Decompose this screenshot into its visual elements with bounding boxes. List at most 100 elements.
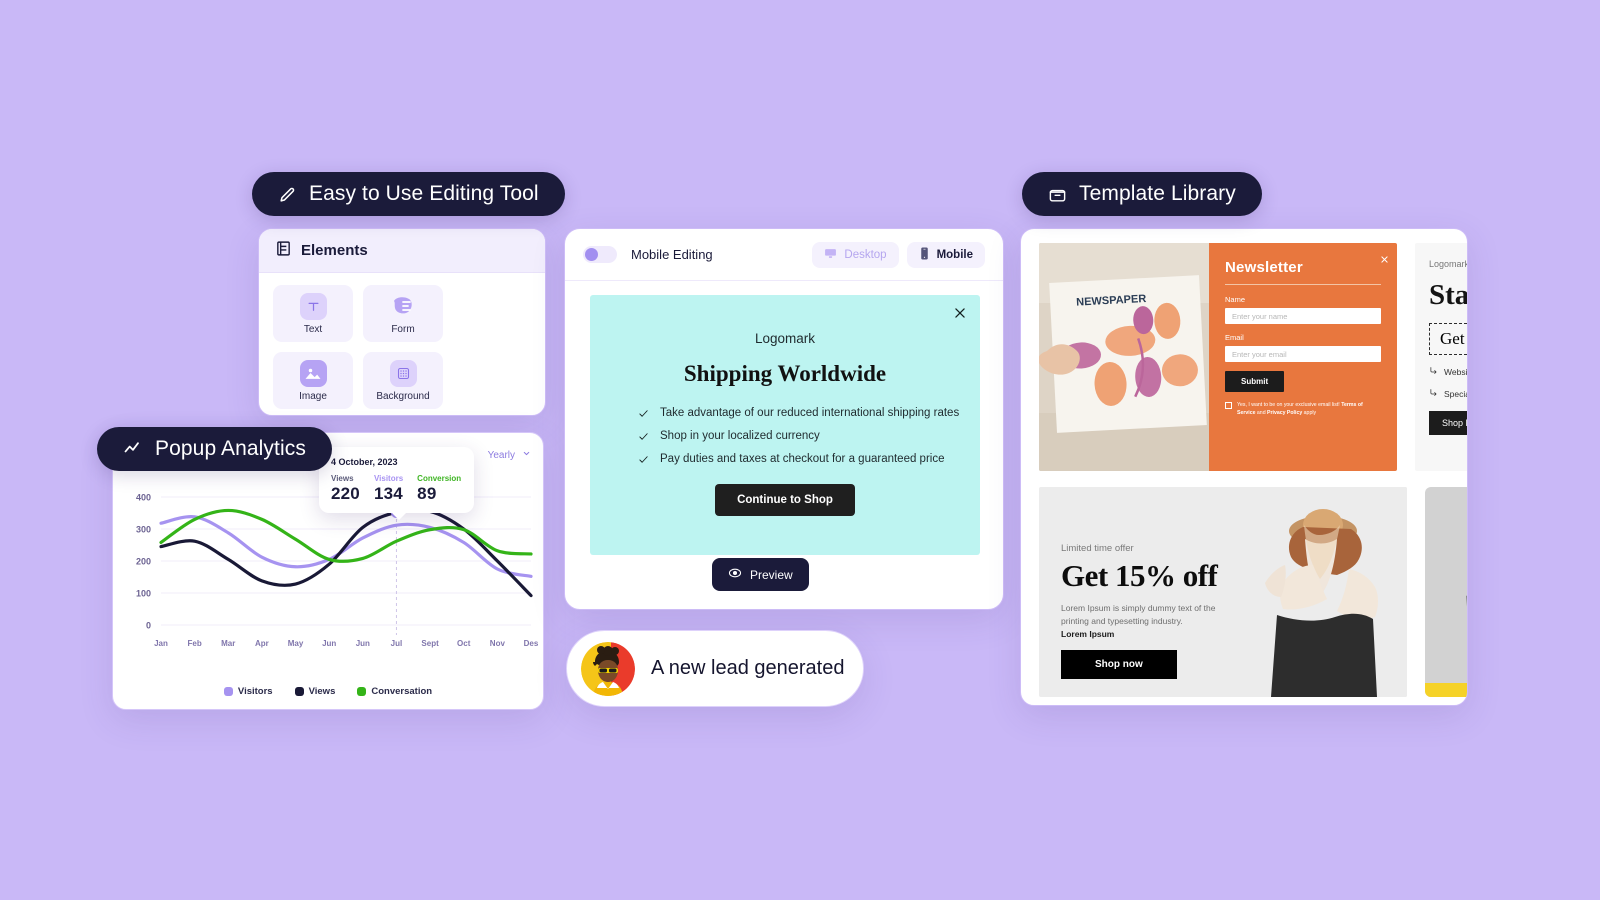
svg-text:300: 300: [136, 525, 151, 535]
newsletter-photo: NEWSPAPER: [1039, 243, 1209, 471]
background-grid-icon: [389, 359, 417, 387]
popup-bullet-3-text: Pay duties and taxes at checkout for a g…: [660, 453, 945, 465]
newsletter-name-label: Name: [1225, 295, 1246, 304]
period-select-value: Yearly: [487, 449, 515, 461]
layout-panel-icon: [275, 240, 292, 262]
template-start-card[interactable]: Logomark Start Get 30 Website Special P …: [1415, 243, 1468, 471]
svg-text:Oct: Oct: [457, 639, 471, 648]
start-card-link-1[interactable]: Website: [1429, 366, 1467, 377]
mobile-icon: [919, 247, 930, 263]
newsletter-email-input[interactable]: Enter your email: [1225, 346, 1381, 362]
tooltip-metric-visitors-value: 134: [373, 484, 403, 503]
mobile-editing-toggle[interactable]: [583, 246, 617, 263]
view-mode-desktop[interactable]: Desktop: [812, 241, 899, 268]
svg-text:Des: Des: [524, 639, 539, 648]
elements-panel-title: Elements: [301, 242, 368, 259]
consent-and: and: [1256, 410, 1266, 417]
elements-panel: Elements Text Form Image Background: [258, 228, 546, 416]
elements-panel-header: Elements: [259, 229, 545, 273]
legend-label-views: Views: [308, 686, 336, 697]
legend-item-conversation: Conversation: [357, 686, 432, 697]
offer-card-shop-now-button[interactable]: Shop now: [1061, 650, 1177, 680]
element-tile-image[interactable]: Image: [273, 352, 353, 409]
period-select[interactable]: Yearly: [488, 449, 531, 461]
offer-card-heading: Get 15% off: [1061, 558, 1218, 593]
legend-swatch-conversation: [357, 687, 367, 696]
continue-to-shop-button[interactable]: Continue to Shop: [715, 484, 855, 516]
svg-text:Sept: Sept: [421, 639, 439, 648]
offer-card-content: Limited time offer Get 15% off Lorem Ips…: [1039, 487, 1231, 697]
svg-text:Feb: Feb: [188, 639, 202, 648]
start-card-shop-now-button[interactable]: Shop Now: [1429, 411, 1467, 435]
preview-button[interactable]: Preview: [712, 558, 809, 591]
label-template-library: Template Library: [1022, 172, 1262, 216]
third-card-glyph: 3: [1463, 532, 1467, 627]
popup-heading: Shipping Worldwide: [683, 361, 887, 386]
start-card-link-2-text: Special P: [1444, 388, 1467, 399]
label-editing-tool: Easy to Use Editing Tool: [252, 172, 565, 216]
element-tile-text[interactable]: Text: [273, 285, 353, 342]
newsletter-consent-row: Yes, I want to be on your exclusive emai…: [1225, 401, 1381, 417]
check-icon: [638, 431, 649, 442]
element-tile-form-label: Form: [391, 323, 415, 335]
image-icon: [299, 359, 327, 387]
svg-text:Jul: Jul: [391, 639, 403, 648]
chart-tooltip-date: 4 October, 2023: [331, 457, 398, 467]
element-tile-text-label: Text: [303, 323, 323, 335]
tooltip-metric-conversion: Conversion 89: [417, 474, 461, 504]
legend-swatch-views: [294, 687, 304, 696]
legend-label-visitors: Visitors: [237, 686, 273, 697]
template-row-top: NEWSPAPER Newsletter Name Enter your nam…: [1039, 243, 1467, 471]
view-mode-mobile[interactable]: Mobile: [906, 241, 985, 268]
tooltip-metric-views-key: Views: [331, 474, 354, 483]
line-chart-icon: [123, 439, 143, 459]
archive-box-icon: [1048, 185, 1067, 204]
template-newsletter[interactable]: NEWSPAPER Newsletter Name Enter your nam…: [1039, 243, 1397, 471]
preview-button-label: Preview: [750, 567, 793, 582]
avatar: [581, 641, 635, 696]
svg-text:400: 400: [136, 493, 151, 503]
pencil-icon: [278, 185, 297, 204]
chart-tooltip: 4 October, 2023 Views 220 Visitors 134 C…: [319, 447, 474, 520]
svg-text:Apr: Apr: [255, 639, 269, 648]
template-offer-card[interactable]: Limited time offer Get 15% off Lorem Ips…: [1039, 487, 1407, 697]
desktop-icon: [824, 247, 837, 263]
legend-label-conversation: Conversation: [371, 686, 433, 697]
newsletter-consent-checkbox[interactable]: [1225, 402, 1232, 409]
svg-text:200: 200: [136, 557, 151, 567]
svg-text:Nov: Nov: [490, 639, 506, 648]
newsletter-submit-button[interactable]: Submit: [1225, 371, 1285, 392]
start-card-logomark: Logomark: [1429, 259, 1468, 269]
popup-close-button[interactable]: [952, 305, 968, 321]
consent-suffix: apply: [1303, 410, 1317, 417]
popup-bullet-2: Shop in your localized currency: [638, 430, 980, 442]
consent-privacy-link[interactable]: Privacy Policy: [1267, 410, 1302, 416]
tooltip-metric-visitors-key: Visitors: [373, 474, 404, 483]
element-tile-background[interactable]: Background: [363, 352, 443, 409]
newsletter-title: Newsletter: [1225, 259, 1303, 276]
check-icon: [638, 454, 649, 465]
newsletter-form: Newsletter Name Enter your name Email En…: [1209, 243, 1397, 471]
newsletter-divider: [1225, 284, 1381, 285]
offer-card-photo: [1231, 487, 1407, 697]
close-icon[interactable]: [1380, 251, 1389, 263]
label-popup-analytics: Popup Analytics: [97, 427, 332, 471]
popup-bullet-3: Pay duties and taxes at checkout for a g…: [638, 453, 980, 465]
template-third-card[interactable]: 3: [1425, 487, 1467, 697]
start-card-heading: Start: [1429, 279, 1468, 311]
third-card-accent-strip: [1425, 683, 1467, 697]
popup-preview-canvas: Logomark Shipping Worldwide Take advanta…: [590, 295, 980, 555]
element-tile-form[interactable]: Form: [363, 285, 443, 342]
page-root: Easy to Use Editing Tool Popup Analytics…: [0, 0, 1600, 900]
svg-text:Jun: Jun: [322, 639, 336, 648]
offer-card-body: Lorem Ipsum is simply dummy text of the …: [1061, 602, 1231, 640]
tooltip-metric-conversion-key: Conversion: [417, 474, 462, 483]
start-card-link-2[interactable]: Special P: [1429, 388, 1467, 399]
chart-svg: 0 100 200 300 400 Jan Feb Mar Apr May Jun Jun Jul Sep…: [136, 493, 539, 649]
analytics-line-chart: 0 100 200 300 400 Jan Feb Mar Apr May Jun Jun Jul Sep…: [113, 489, 543, 659]
newsletter-name-input[interactable]: Enter your name: [1225, 308, 1381, 324]
label-template-library-text: Template Library: [1079, 182, 1236, 205]
tooltip-metric-views-value: 220: [331, 484, 360, 503]
legend-item-views: Views: [294, 686, 336, 697]
offer-card-body-text: Lorem Ipsum is simply dummy text of the …: [1061, 603, 1216, 626]
